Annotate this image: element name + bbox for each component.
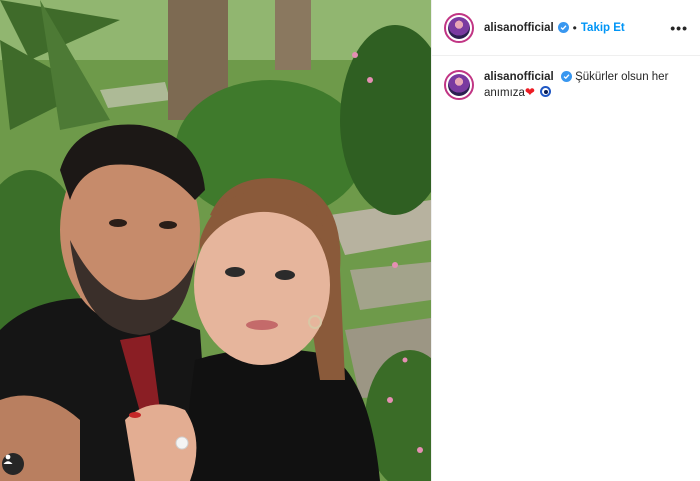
post-header: alisanofficial • Takip Et •••: [432, 0, 700, 56]
evil-eye-emoji-icon: [540, 86, 552, 97]
caption-avatar[interactable]: [444, 70, 474, 100]
caption-verified-badge-icon: [560, 71, 572, 83]
profile-avatar[interactable]: [444, 12, 474, 43]
more-options-icon[interactable]: •••: [670, 20, 688, 36]
post-side-panel: alisanofficial • Takip Et ••• alisanoffi…: [431, 0, 700, 481]
caption-body: alisanofficial Şükürler olsun her anımız…: [484, 70, 684, 101]
caption: alisanofficial Şükürler olsun her anımız…: [432, 56, 700, 101]
heart-emoji-icon: ❤: [524, 85, 535, 99]
header-username[interactable]: alisanofficial: [484, 22, 554, 34]
caption-username[interactable]: alisanofficial: [484, 71, 554, 83]
instagram-post: alisanofficial • Takip Et ••• alisanoffi…: [0, 0, 700, 481]
verified-badge-icon: [557, 22, 569, 33]
post-photo[interactable]: [0, 0, 431, 481]
tagged-users-icon[interactable]: [2, 453, 24, 475]
header-separator: •: [572, 20, 577, 35]
person-icon: [3, 454, 13, 464]
follow-button[interactable]: Takip Et: [581, 22, 625, 34]
couple-selfie-image: [0, 0, 431, 481]
